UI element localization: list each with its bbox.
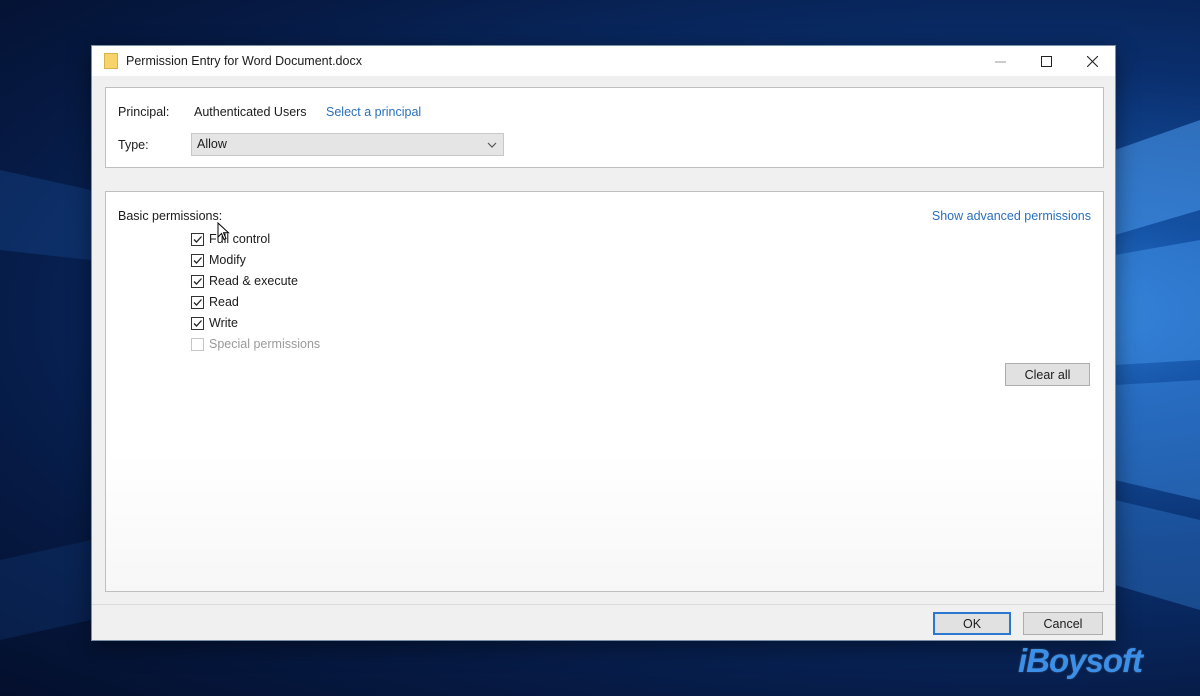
mouse-pointer-icon — [217, 222, 230, 241]
window-title: Permission Entry for Word Document.docx — [126, 54, 362, 68]
permission-modify[interactable]: Modify — [191, 251, 246, 269]
close-button[interactable] — [1069, 46, 1115, 76]
permission-read-execute[interactable]: Read & execute — [191, 272, 298, 290]
write-label: Write — [209, 316, 238, 330]
modify-label: Modify — [209, 253, 246, 267]
principal-panel: Principal: Authenticated Users Select a … — [105, 87, 1104, 168]
select-principal-link[interactable]: Select a principal — [326, 105, 421, 119]
principal-label: Principal: — [118, 105, 170, 119]
minimize-button[interactable] — [977, 46, 1023, 76]
minimize-icon — [994, 61, 1006, 62]
maximize-button[interactable] — [1023, 46, 1069, 76]
chevron-down-icon — [487, 142, 497, 148]
show-advanced-permissions-link[interactable]: Show advanced permissions — [932, 209, 1091, 223]
type-label: Type: — [118, 138, 149, 152]
permission-special: Special permissions — [191, 335, 320, 353]
checkmark-icon — [193, 319, 202, 327]
cancel-button[interactable]: Cancel — [1023, 612, 1103, 635]
checkmark-icon — [193, 277, 202, 285]
checkmark-icon — [193, 298, 202, 306]
read-execute-checkbox[interactable] — [191, 274, 204, 288]
watermark-logo: iBoysoft — [1018, 642, 1143, 679]
clear-all-button[interactable]: Clear all — [1005, 363, 1090, 386]
write-checkbox[interactable] — [191, 316, 204, 330]
permission-read[interactable]: Read — [191, 293, 239, 311]
title-bar[interactable]: Permission Entry for Word Document.docx — [92, 46, 1115, 76]
type-dropdown[interactable]: Allow — [191, 133, 504, 156]
modify-checkbox[interactable] — [191, 253, 204, 267]
full-control-checkbox[interactable] — [191, 232, 204, 246]
principal-value: Authenticated Users — [194, 105, 307, 119]
read-checkbox[interactable] — [191, 295, 204, 309]
folder-icon — [104, 53, 118, 69]
read-label: Read — [209, 295, 239, 309]
permission-write[interactable]: Write — [191, 314, 238, 332]
read-execute-label: Read & execute — [209, 274, 298, 288]
checkmark-icon — [193, 235, 202, 243]
close-icon — [1086, 55, 1098, 67]
special-permissions-label: Special permissions — [209, 337, 321, 351]
permission-entry-dialog: Permission Entry for Word Document.docx … — [91, 45, 1116, 641]
checkmark-icon — [193, 256, 202, 264]
maximize-icon — [1040, 55, 1052, 67]
type-dropdown-value: Allow — [197, 137, 227, 151]
basic-permissions-heading: Basic permissions: — [118, 209, 223, 223]
permissions-panel: Basic permissions: Show advanced permiss… — [105, 191, 1104, 592]
special-permissions-checkbox — [191, 337, 204, 351]
footer-divider — [92, 604, 1115, 605]
ok-button[interactable]: OK — [933, 612, 1011, 635]
